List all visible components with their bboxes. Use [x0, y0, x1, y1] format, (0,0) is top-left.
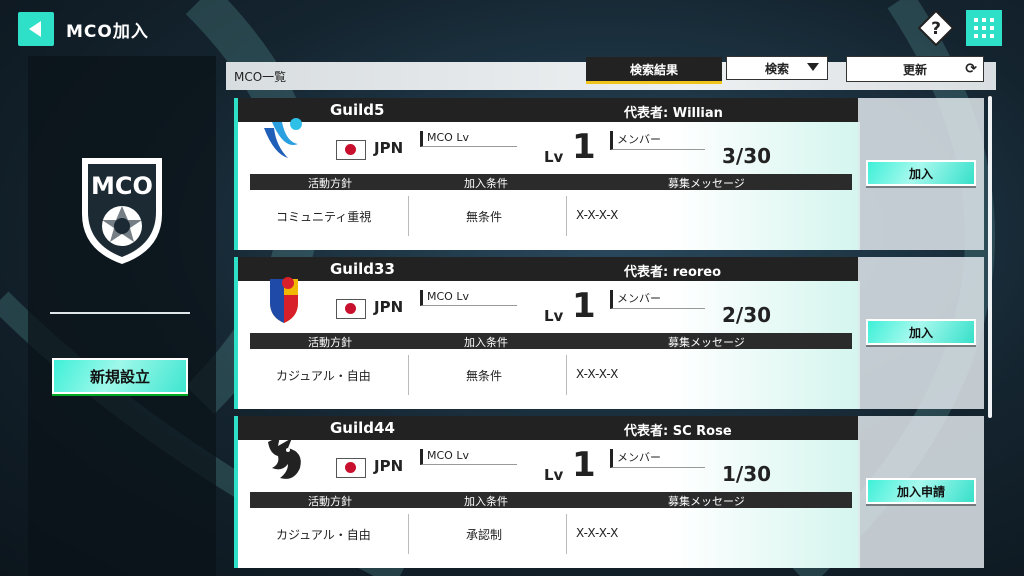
flag-icon	[336, 458, 366, 478]
list-title: MCO一覧	[234, 70, 287, 84]
guild-emblem-icon	[270, 277, 298, 323]
col-policy: 活動方針	[308, 495, 352, 508]
message-value: X-X-X-X	[576, 367, 619, 381]
mco-logo: MCO	[82, 158, 162, 264]
page-title: MCO加入	[66, 22, 149, 42]
col-message: 募集メッセージ	[668, 336, 745, 349]
svg-text:MCO: MCO	[91, 172, 153, 200]
guild-card: Guild5 代表者: Willian JPN MCO Lv Lv 1 メンバー…	[234, 98, 860, 250]
help-icon[interactable]: ?	[918, 10, 954, 46]
separator	[566, 355, 567, 395]
scrollbar[interactable]	[988, 96, 992, 418]
filter-icon	[807, 63, 819, 71]
flag-icon	[336, 299, 366, 319]
top-bar: MCO加入 ?	[0, 0, 1024, 56]
divider	[50, 312, 190, 314]
member-label: メンバー	[610, 449, 705, 468]
lv-prefix: Lv	[544, 466, 564, 484]
lv-prefix: Lv	[544, 307, 564, 325]
condition-value: 無条件	[466, 369, 503, 383]
col-condition: 加入条件	[464, 336, 508, 349]
guild-name: Guild44	[330, 419, 395, 437]
join-button[interactable]: 加入	[866, 319, 976, 345]
country-code: JPN	[374, 457, 404, 475]
guild-header: Guild33 代表者: reoreo	[238, 257, 860, 281]
flag-icon	[336, 140, 366, 160]
country-code: JPN	[374, 298, 404, 316]
col-message: 募集メッセージ	[668, 495, 745, 508]
guild-representative: 代表者: SC Rose	[624, 424, 732, 439]
info-header: 活動方針 加入条件 募集メッセージ	[250, 492, 852, 508]
guild-name: Guild5	[330, 101, 385, 119]
lv-prefix: Lv	[544, 148, 564, 166]
mco-lv-label: MCO Lv	[420, 290, 517, 306]
update-button-label: 更新	[902, 62, 927, 77]
mco-lv-label: MCO Lv	[420, 131, 517, 147]
create-new-button[interactable]: 新規設立	[52, 358, 188, 394]
country-code: JPN	[374, 139, 404, 157]
guild-header: Guild44 代表者: SC Rose	[238, 416, 860, 440]
guild-card: Guild44 代表者: SC Rose JPN MCO Lv Lv 1 メンバ…	[234, 416, 860, 568]
join-button[interactable]: 加入	[866, 160, 976, 186]
tab-search-results[interactable]: 検索結果	[586, 57, 722, 84]
policy-value: カジュアル・自由	[276, 369, 371, 383]
guild-representative: 代表者: Willian	[624, 106, 723, 121]
grid-menu-button[interactable]	[966, 10, 1002, 46]
search-button[interactable]: 検索	[726, 56, 828, 80]
level-value: 1	[572, 286, 596, 326]
back-arrow-icon	[29, 21, 41, 37]
grid-icon	[974, 18, 994, 38]
level-value: 1	[572, 127, 596, 167]
member-label: メンバー	[610, 131, 705, 150]
col-condition: 加入条件	[464, 177, 508, 190]
separator	[566, 514, 567, 554]
guild-header: Guild5 代表者: Willian	[238, 98, 860, 122]
info-header: 活動方針 加入条件 募集メッセージ	[250, 333, 852, 349]
policy-value: カジュアル・自由	[276, 528, 371, 542]
message-value: X-X-X-X	[576, 208, 619, 222]
level-value: 1	[572, 445, 596, 485]
guild-emblem-icon	[268, 436, 301, 479]
back-button[interactable]	[18, 12, 54, 46]
col-condition: 加入条件	[464, 495, 508, 508]
guild-card: Guild33 代表者: reoreo JPN MCO Lv Lv 1 メンバー…	[234, 257, 860, 409]
col-message: 募集メッセージ	[668, 177, 745, 190]
separator	[408, 196, 409, 236]
refresh-icon: ⟳	[965, 61, 977, 77]
message-value: X-X-X-X	[576, 526, 619, 540]
update-button[interactable]: 更新 ⟳	[846, 56, 984, 82]
member-count: 1/30	[722, 462, 772, 486]
member-count: 3/30	[722, 144, 772, 168]
join-request-button[interactable]: 加入申請	[866, 478, 976, 504]
svg-text:?: ?	[931, 19, 941, 39]
guild-representative: 代表者: reoreo	[624, 265, 722, 280]
search-button-label: 検索	[764, 61, 789, 76]
col-policy: 活動方針	[308, 336, 352, 349]
col-policy: 活動方針	[308, 177, 352, 190]
guild-name: Guild33	[330, 260, 395, 278]
separator	[408, 514, 409, 554]
mco-lv-label: MCO Lv	[420, 449, 517, 465]
separator	[408, 355, 409, 395]
separator	[566, 196, 567, 236]
member-count: 2/30	[722, 303, 772, 327]
policy-value: コミュニティ重視	[276, 210, 372, 224]
condition-value: 無条件	[466, 210, 503, 224]
info-header: 活動方針 加入条件 募集メッセージ	[250, 174, 852, 190]
member-label: メンバー	[610, 290, 705, 309]
condition-value: 承認制	[466, 528, 503, 542]
left-panel: MCO 新規設立	[28, 56, 216, 576]
guild-emblem-icon	[264, 118, 302, 158]
